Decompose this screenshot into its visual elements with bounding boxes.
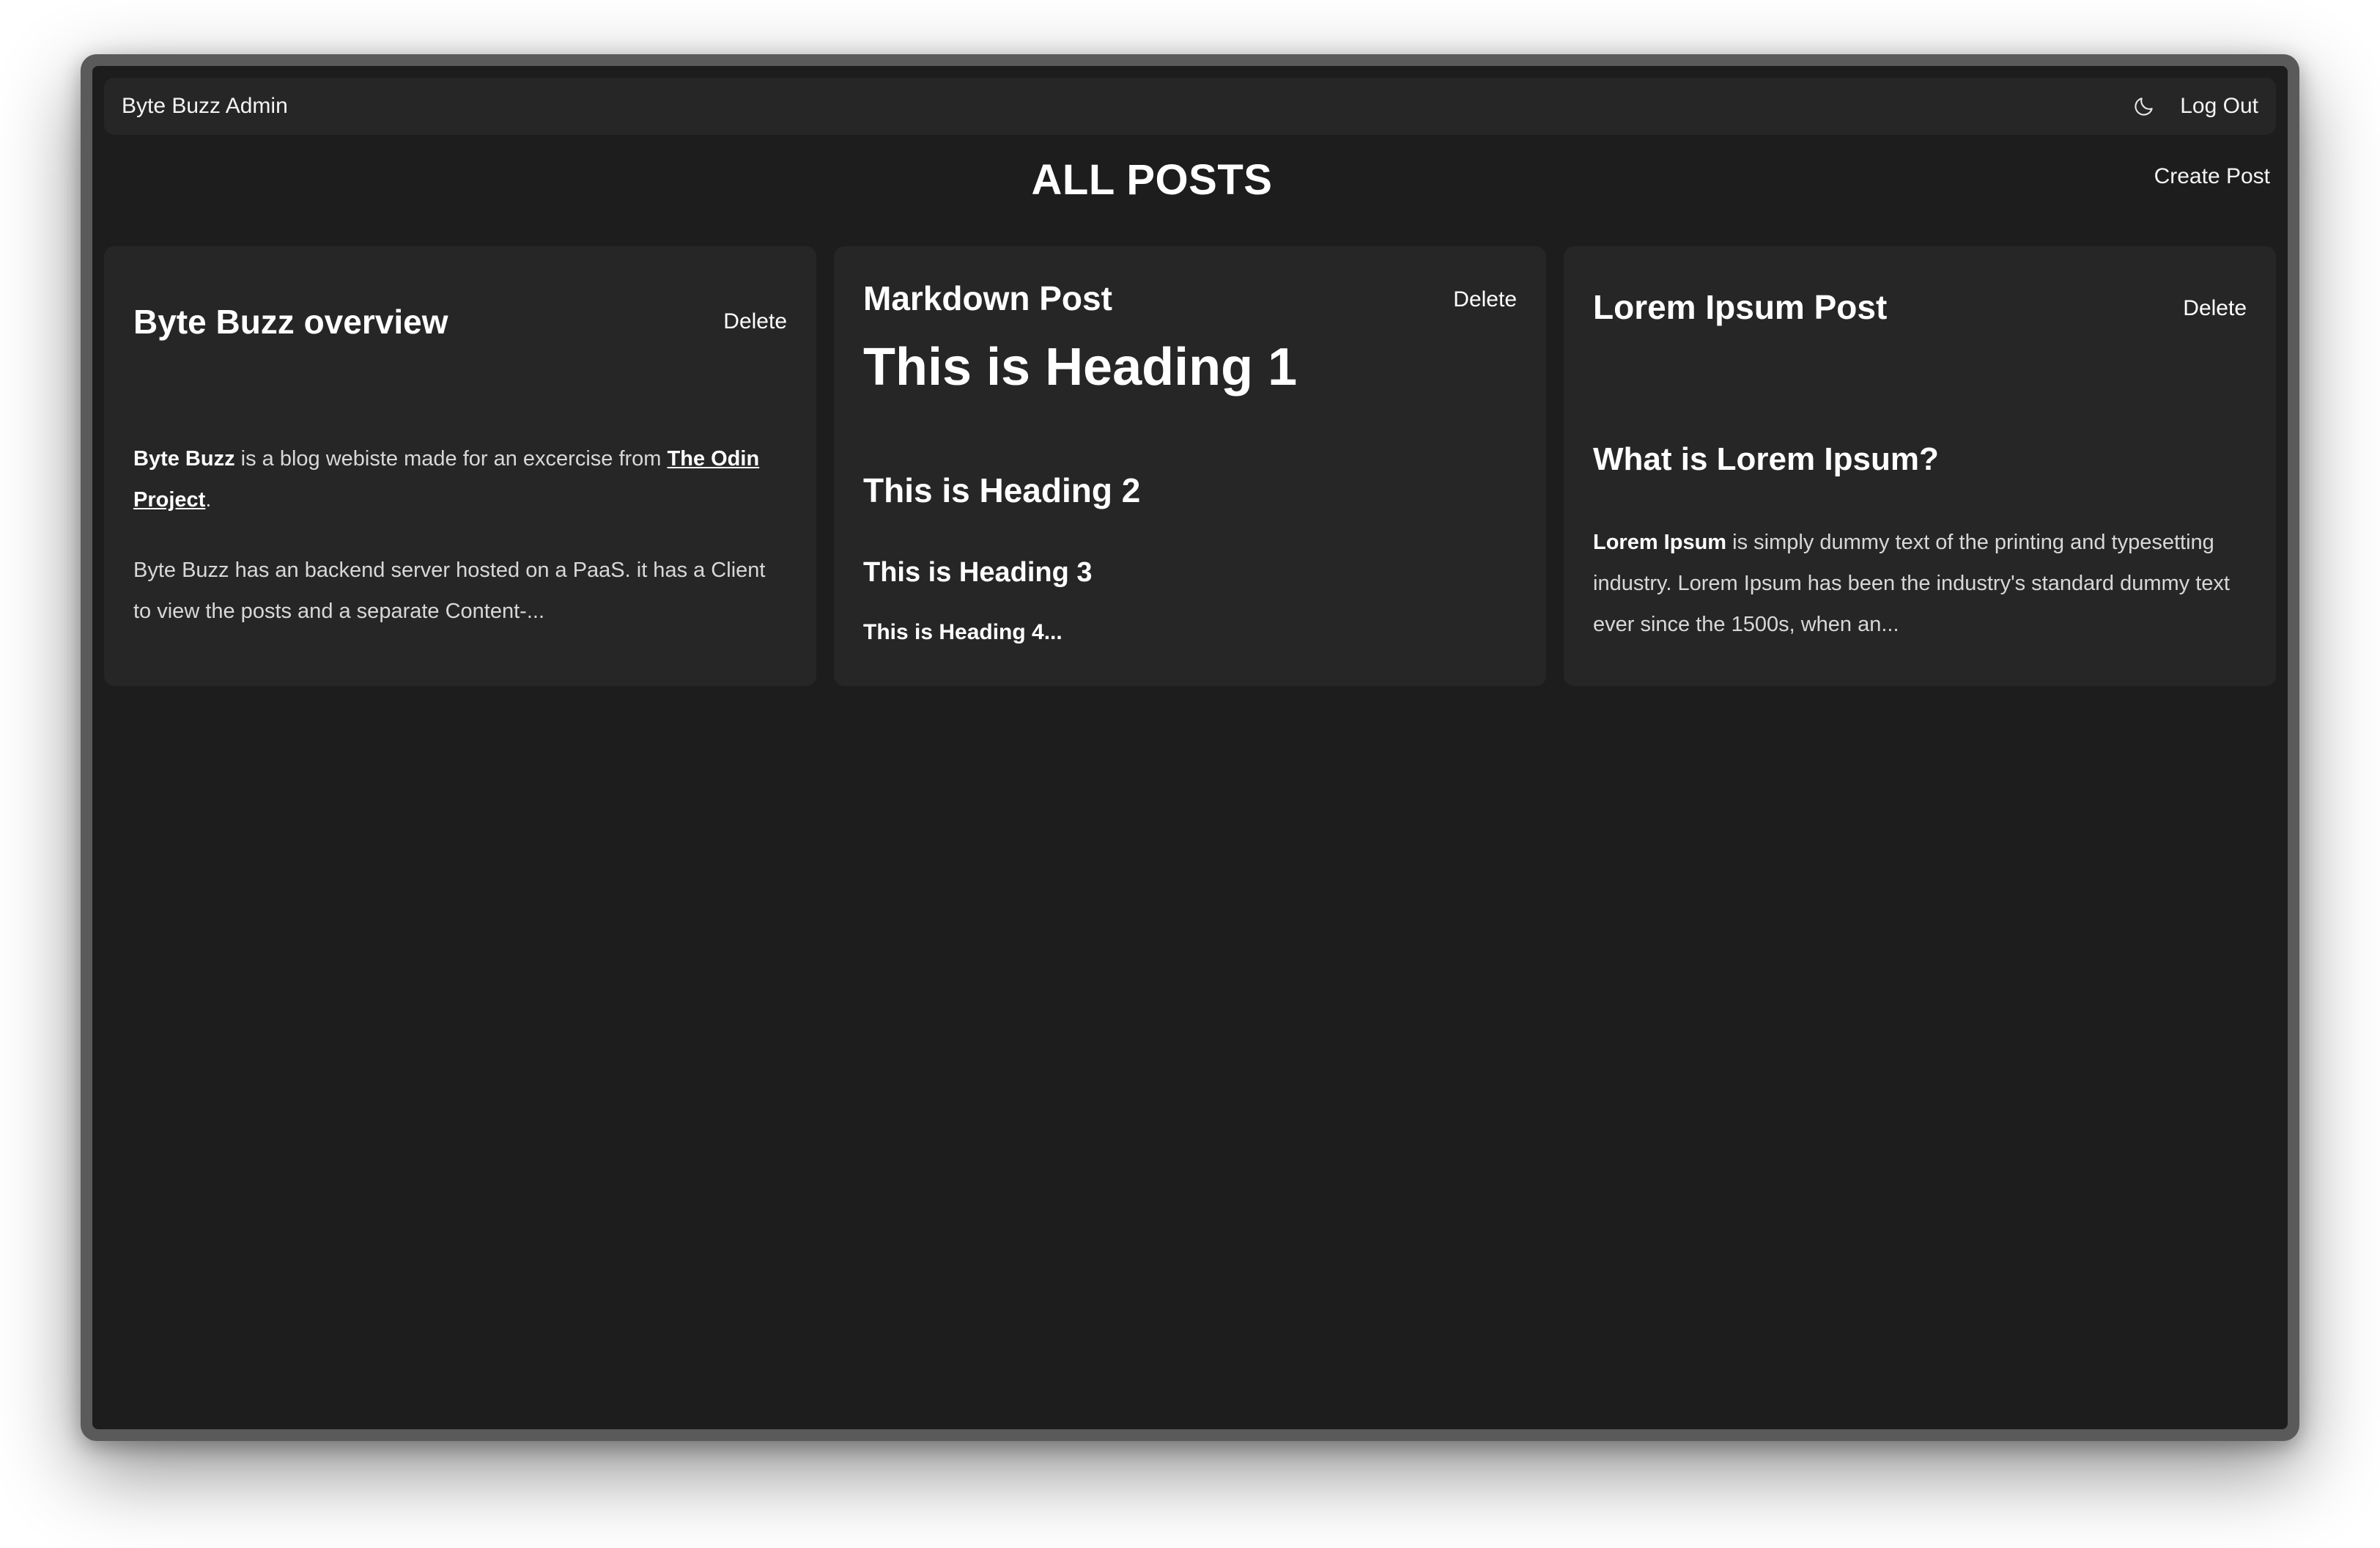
markdown-heading-3: This is Heading 3	[863, 557, 1093, 588]
navbar: Byte Buzz Admin Log Out	[104, 78, 2276, 135]
posts-grid: Byte Buzz overview Delete Byte Buzz is a…	[104, 246, 2276, 686]
delete-button[interactable]: Delete	[1453, 287, 1517, 312]
post-title[interactable]: Byte Buzz overview	[133, 302, 448, 342]
logout-button[interactable]: Log Out	[2180, 94, 2258, 119]
page-title: ALL POSTS	[1031, 156, 1273, 204]
post-excerpt-paragraph: Byte Buzz is a blog webiste made for an …	[133, 438, 787, 520]
post-excerpt-paragraph-2: Byte Buzz has an backend server hosted o…	[133, 559, 766, 623]
post-card[interactable]: Byte Buzz overview Delete Byte Buzz is a…	[104, 246, 816, 686]
paragraph-end: .	[205, 488, 212, 512]
bold-text: Lorem Ipsum	[1593, 531, 1727, 554]
paragraph-text: is a blog webiste made for an excercise …	[234, 447, 668, 471]
browser-window: Byte Buzz Admin Log Out ALL POSTS Create…	[81, 54, 2299, 1441]
markdown-heading-2: This is Heading 2	[863, 471, 1141, 509]
bold-text: Byte Buzz	[133, 447, 235, 471]
post-title[interactable]: Lorem Ipsum Post	[1593, 287, 1887, 327]
app-root: Byte Buzz Admin Log Out ALL POSTS Create…	[92, 66, 2288, 1429]
moon-icon[interactable]	[2132, 94, 2157, 119]
post-card[interactable]: Lorem Ipsum Post Delete What is Lorem Ip…	[1564, 246, 2276, 686]
create-post-button[interactable]: Create Post	[2154, 164, 2270, 189]
navbar-actions: Log Out	[2132, 94, 2258, 119]
markdown-heading-1: This is Heading 1	[863, 338, 1298, 397]
post-excerpt-paragraph: Lorem Ipsum is simply dummy text of the …	[1593, 522, 2247, 645]
markdown-heading-4: This is Heading 4...	[863, 620, 1062, 644]
post-title[interactable]: Markdown Post	[863, 279, 1112, 318]
delete-button[interactable]: Delete	[2183, 296, 2247, 321]
brand-title[interactable]: Byte Buzz Admin	[122, 94, 288, 119]
post-subheading: What is Lorem Ipsum?	[1593, 441, 1939, 477]
post-card[interactable]: Markdown Post Delete This is Heading 1 T…	[834, 246, 1546, 686]
delete-button[interactable]: Delete	[723, 309, 787, 334]
